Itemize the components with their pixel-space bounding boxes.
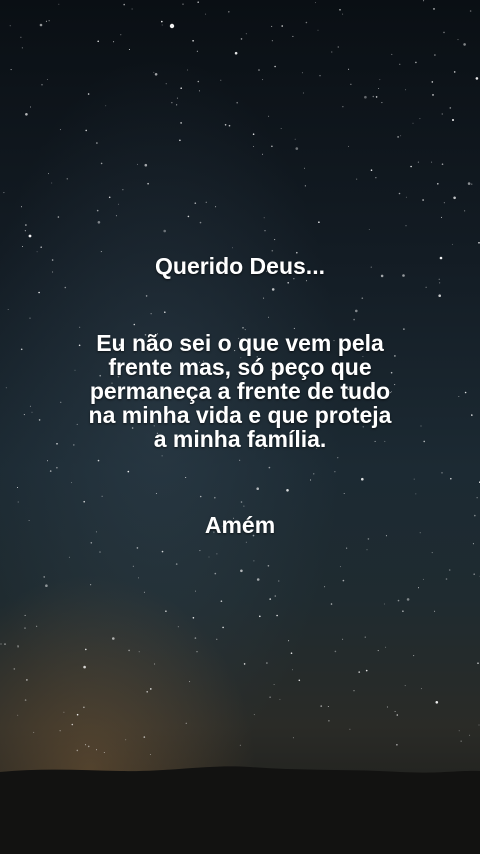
prayer-greeting: Querido Deus... xyxy=(155,253,325,279)
prayer-body: Eu não sei o que vem pela frente mas, só… xyxy=(88,330,392,452)
starry-night-background: Querido Deus... Eu não sei o que vem pel… xyxy=(0,0,480,854)
prayer-closing: Amém xyxy=(204,512,276,538)
